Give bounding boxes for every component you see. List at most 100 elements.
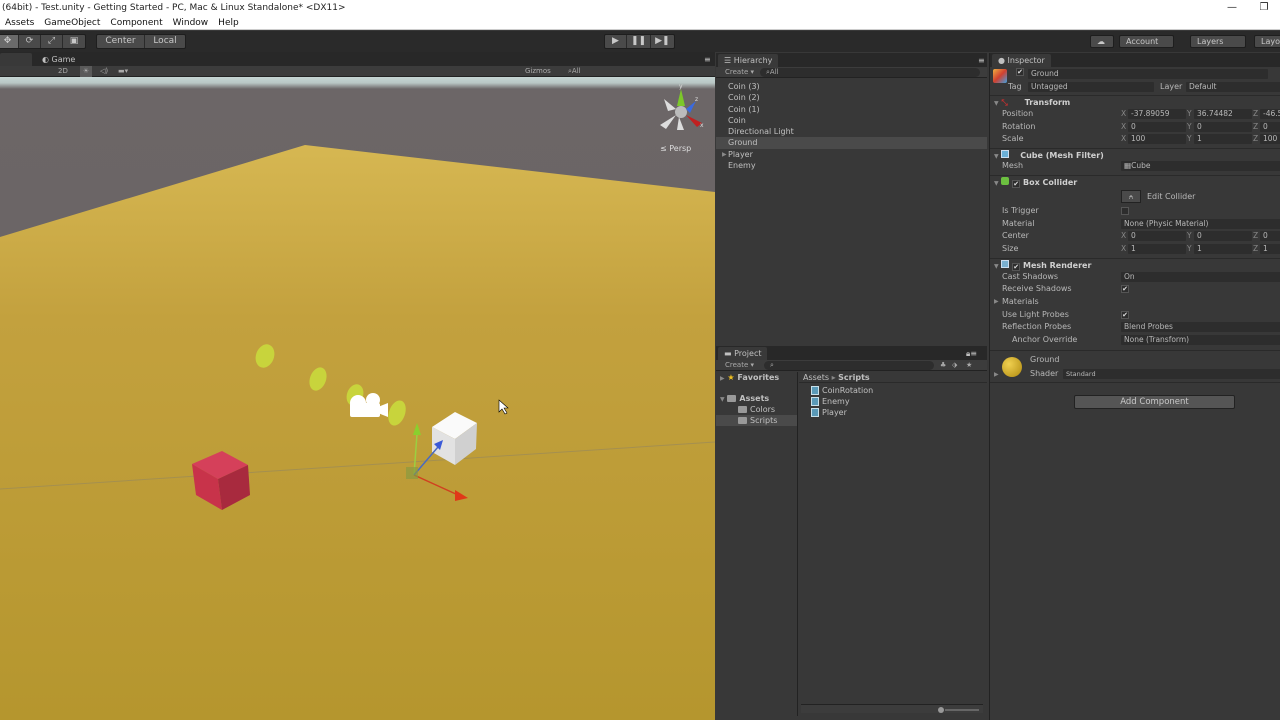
- script-file[interactable]: Player: [799, 407, 987, 418]
- rect-tool-icon[interactable]: ▣: [63, 35, 85, 48]
- transform-header[interactable]: ▼ ⤡ Transform: [990, 95, 1280, 108]
- script-file[interactable]: CoinRotation: [799, 385, 987, 396]
- play-button[interactable]: ▶: [605, 35, 627, 48]
- breadcrumb-assets[interactable]: Assets: [803, 373, 829, 382]
- object-name-field[interactable]: Ground: [1028, 69, 1268, 79]
- collapse-arrow-icon[interactable]: ▼: [994, 153, 999, 160]
- position-y-field[interactable]: 36.74482: [1194, 109, 1252, 119]
- folder-scripts[interactable]: Scripts: [716, 415, 797, 426]
- pause-button[interactable]: ❚❚: [627, 35, 652, 48]
- hierarchy-item[interactable]: Coin: [716, 115, 987, 126]
- hierarchy-item[interactable]: Enemy: [716, 160, 987, 171]
- scene-view[interactable]: y z x ≤ Persp: [0, 77, 715, 720]
- reflection-probes-dropdown[interactable]: Blend Probes: [1121, 322, 1280, 332]
- panel-menu-icon[interactable]: ≡: [972, 54, 991, 67]
- scene-search[interactable]: ⌕All: [568, 66, 581, 77]
- cast-shadows-dropdown[interactable]: On: [1121, 272, 1280, 282]
- scale-y-field[interactable]: 1: [1194, 134, 1252, 144]
- layout-dropdown[interactable]: Layout: [1254, 35, 1280, 48]
- hierarchy-item[interactable]: Directional Light: [716, 126, 987, 137]
- tab-game[interactable]: ◐ Game: [36, 53, 81, 66]
- filter-label-icon[interactable]: ⬗: [952, 360, 957, 371]
- mesh-field[interactable]: ▦Cube: [1121, 161, 1280, 171]
- filter-type-icon[interactable]: ♣: [940, 360, 946, 371]
- move-tool-icon[interactable]: ✥: [0, 35, 19, 48]
- mesh-renderer-header[interactable]: ▼ ✔ Mesh Renderer: [990, 258, 1280, 271]
- minimize-button[interactable]: —: [1216, 0, 1248, 16]
- hierarchy-item[interactable]: Coin (2): [716, 92, 987, 103]
- menu-window[interactable]: Window: [168, 16, 214, 29]
- anchor-override-field[interactable]: None (Transform): [1121, 335, 1280, 345]
- lighting-toggle-icon[interactable]: ☀: [80, 66, 92, 77]
- gizmos-dropdown[interactable]: Gizmos: [525, 66, 551, 77]
- tag-dropdown[interactable]: Untagged: [1028, 82, 1154, 92]
- box-collider-enabled-checkbox[interactable]: ✔: [1012, 180, 1021, 188]
- shader-dropdown[interactable]: Standard: [1063, 369, 1280, 379]
- panel-menu-icon[interactable]: ≡: [698, 53, 717, 66]
- materials-row[interactable]: ▶ Materials: [990, 296, 1280, 308]
- active-checkbox[interactable]: ✔: [1016, 68, 1024, 76]
- project-search-input[interactable]: ⌕: [764, 361, 934, 370]
- 2d-toggle[interactable]: 2D: [58, 66, 68, 77]
- cloud-button[interactable]: ☁: [1090, 35, 1114, 48]
- expand-arrow-icon[interactable]: ▶: [994, 296, 999, 308]
- layers-dropdown[interactable]: Layers: [1190, 35, 1246, 48]
- collapse-arrow-icon[interactable]: ▼: [994, 263, 999, 270]
- scale-tool-icon[interactable]: ⤢: [41, 35, 63, 48]
- position-z-field[interactable]: -46.5: [1260, 109, 1280, 119]
- audio-toggle-icon[interactable]: ◁): [100, 66, 108, 77]
- hierarchy-search-input[interactable]: ⌕All: [760, 68, 980, 77]
- tab-project[interactable]: ▬ Project: [718, 347, 768, 360]
- expand-arrow-icon[interactable]: ▶: [722, 149, 727, 160]
- position-x-field[interactable]: -37.89059: [1128, 109, 1186, 119]
- step-button[interactable]: ▶❚: [651, 35, 673, 48]
- folder-colors[interactable]: Colors: [716, 404, 797, 415]
- assets-folder[interactable]: ▼ Assets: [716, 393, 797, 404]
- menu-gameobject[interactable]: GameObject: [39, 16, 105, 29]
- collapse-arrow-icon[interactable]: ▼: [720, 396, 725, 403]
- breadcrumb-scripts[interactable]: Scripts: [838, 373, 870, 382]
- menu-assets[interactable]: Assets: [0, 16, 39, 29]
- size-y-field[interactable]: 1: [1194, 244, 1252, 254]
- script-file[interactable]: Enemy: [799, 396, 987, 407]
- rotate-tool-icon[interactable]: ⟳: [19, 35, 41, 48]
- zoom-slider-thumb[interactable]: [938, 707, 944, 713]
- lock-icon[interactable]: 🔒︎≡: [960, 347, 983, 360]
- mesh-renderer-enabled-checkbox[interactable]: ✔: [1012, 263, 1021, 271]
- size-x-field[interactable]: 1: [1128, 244, 1186, 254]
- hierarchy-item[interactable]: Coin (1): [716, 104, 987, 115]
- menu-help[interactable]: Help: [213, 16, 244, 29]
- tab-scene[interactable]: [0, 53, 32, 66]
- restore-button[interactable]: ❐: [1248, 0, 1280, 16]
- hierarchy-create-dropdown[interactable]: Create ▾: [725, 67, 754, 78]
- center-y-field[interactable]: 0: [1194, 231, 1252, 241]
- size-z-field[interactable]: 1: [1260, 244, 1280, 254]
- expand-arrow-icon[interactable]: ▶: [720, 375, 725, 382]
- scale-x-field[interactable]: 100: [1128, 134, 1186, 144]
- receive-shadows-checkbox[interactable]: ✔: [1121, 285, 1129, 293]
- zoom-slider-track[interactable]: [945, 709, 979, 711]
- rotation-z-field[interactable]: 0: [1260, 122, 1280, 132]
- center-z-field[interactable]: 0: [1260, 231, 1280, 241]
- persp-label[interactable]: ≤ Persp: [660, 144, 691, 153]
- effects-dropdown-icon[interactable]: ▬▾: [118, 66, 128, 77]
- use-light-probes-checkbox[interactable]: ✔: [1121, 311, 1129, 319]
- tab-hierarchy[interactable]: ☰ Hierarchy: [718, 54, 779, 67]
- scale-z-field[interactable]: 100: [1260, 134, 1280, 144]
- menu-component[interactable]: Component: [105, 16, 167, 29]
- edit-collider-button[interactable]: ⍲: [1121, 190, 1141, 203]
- account-dropdown[interactable]: Account: [1119, 35, 1174, 48]
- rotation-x-field[interactable]: 0: [1128, 122, 1186, 132]
- is-trigger-checkbox[interactable]: [1121, 207, 1129, 215]
- add-component-button[interactable]: Add Component: [1074, 395, 1235, 409]
- hierarchy-item[interactable]: ▶ Player: [716, 149, 987, 160]
- favorites-item[interactable]: ▶ ★ Favorites: [716, 372, 797, 383]
- hierarchy-item-selected[interactable]: Ground: [716, 137, 987, 149]
- box-collider-header[interactable]: ▼ ✔ Box Collider: [990, 175, 1280, 188]
- rotation-y-field[interactable]: 0: [1194, 122, 1252, 132]
- project-create-dropdown[interactable]: Create ▾: [725, 360, 754, 371]
- collapse-arrow-icon[interactable]: ▼: [994, 180, 999, 187]
- pivot-local-button[interactable]: Local: [145, 35, 185, 48]
- physic-material-field[interactable]: None (Physic Material): [1121, 219, 1280, 229]
- center-x-field[interactable]: 0: [1128, 231, 1186, 241]
